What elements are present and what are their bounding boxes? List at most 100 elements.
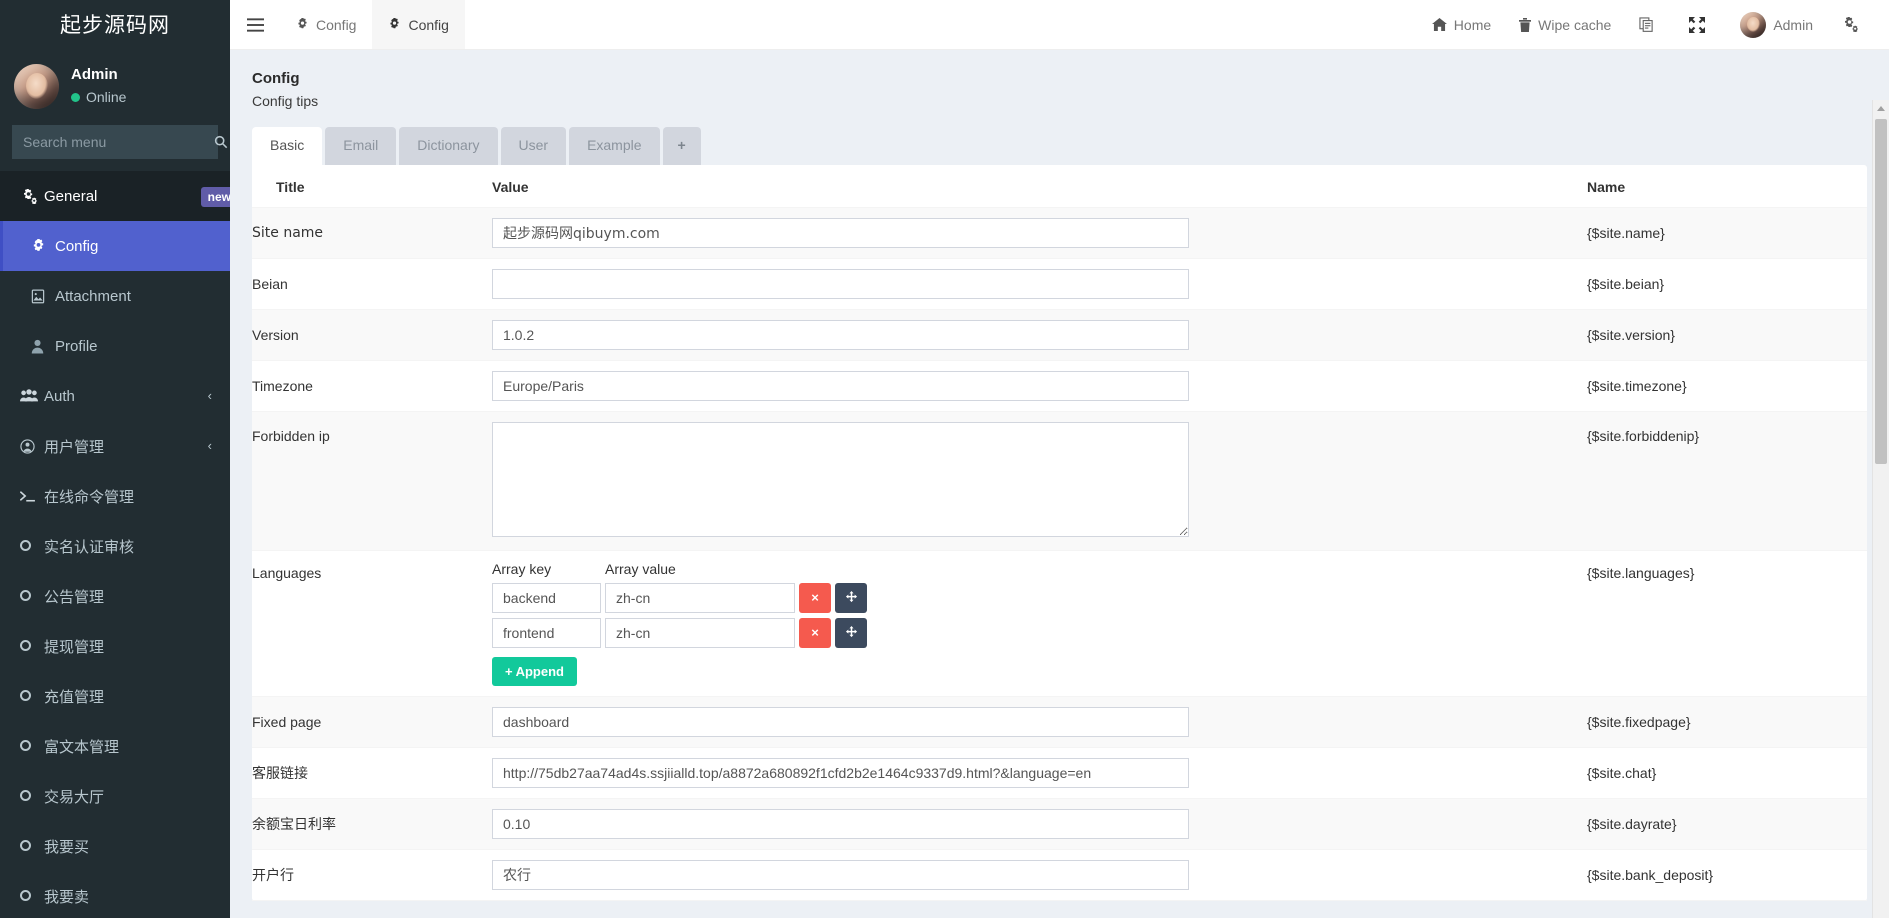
input-site-name[interactable] (492, 218, 1189, 248)
tab-example[interactable]: Example (569, 127, 659, 165)
remove-row-button-1[interactable]: × (799, 618, 831, 648)
sidebar-item-label: 富文本管理 (44, 736, 218, 757)
input-bank-deposit[interactable] (492, 860, 1189, 890)
sidebar-item-general[interactable]: General new (0, 171, 230, 221)
row-title: Timezone (252, 360, 492, 411)
input-fixed-page[interactable] (492, 707, 1189, 737)
sidebar-link-attachment[interactable]: Attachment (0, 271, 230, 321)
row-title: 客服链接 (252, 747, 492, 798)
home-icon (1432, 18, 1447, 31)
tab-user[interactable]: User (501, 127, 567, 165)
users-icon (20, 389, 44, 403)
sidebar-item-user-management[interactable]: 用户管理 ‹ (0, 421, 230, 471)
sidebar-item-buy[interactable]: 我要买 (0, 821, 230, 871)
sidebar-link-profile[interactable]: Profile (0, 321, 230, 371)
row-name: {$site.chat} (1587, 747, 1867, 798)
sidebar-item-withdraw[interactable]: 提现管理 (0, 621, 230, 671)
sidebar-item-online-command[interactable]: 在线命令管理 (0, 471, 230, 521)
sidebar-item-announcement[interactable]: 公告管理 (0, 571, 230, 621)
tab-email[interactable]: Email (325, 127, 396, 165)
tab-add-button[interactable]: + (663, 127, 701, 165)
nav-tab-config-1[interactable]: Config (280, 0, 372, 49)
input-timezone[interactable] (492, 371, 1189, 401)
append-label: Append (516, 664, 564, 679)
row-value (492, 258, 1587, 309)
user-icon (31, 339, 55, 354)
sidebar-link-general[interactable]: General new (0, 171, 230, 221)
sidebar-item-sell[interactable]: 我要卖 (0, 871, 230, 918)
input-day-rate[interactable] (492, 809, 1189, 839)
sidebar-link-richtext[interactable]: 富文本管理 (0, 721, 230, 771)
array-row: × (492, 583, 1587, 613)
sidebar-link-recharge[interactable]: 充值管理 (0, 671, 230, 721)
array-key-input-0[interactable] (492, 583, 601, 613)
nav-home-button[interactable]: Home (1418, 0, 1505, 49)
circle-icon (20, 538, 44, 555)
input-chat-link[interactable] (492, 758, 1189, 788)
sidebar-link-user-management[interactable]: 用户管理 (0, 421, 230, 471)
sidebar-item-attachment[interactable]: Attachment (0, 271, 230, 321)
sidebar-link-auth[interactable]: Auth (0, 371, 230, 421)
row-value (492, 798, 1587, 849)
row-value (492, 309, 1587, 360)
tab-basic[interactable]: Basic (252, 127, 322, 165)
nav-tab-label: Config (316, 17, 356, 33)
array-key-input-1[interactable] (492, 618, 601, 648)
sidebar-link-announcement[interactable]: 公告管理 (0, 571, 230, 621)
table-row: Forbidden ip {$site.forbiddenip} (252, 411, 1867, 550)
sidebar-link-trade-hall[interactable]: 交易大厅 (0, 771, 230, 821)
circle-icon (20, 888, 44, 905)
config-table: Title Value Name Site name (252, 165, 1867, 901)
search-input[interactable] (13, 134, 214, 150)
nav-fullscreen-button[interactable] (1675, 0, 1726, 49)
sidebar-link-online-command[interactable]: 在线命令管理 (0, 471, 230, 521)
terminal-icon (20, 490, 44, 503)
sidebar-item-trade-hall[interactable]: 交易大厅 (0, 771, 230, 821)
scrollbar-thumb[interactable] (1875, 119, 1887, 464)
input-beian[interactable] (492, 269, 1189, 299)
sidebar-link-realname-audit[interactable]: 实名认证审核 (0, 521, 230, 571)
scroll-up-arrow-icon[interactable] (1873, 100, 1889, 117)
plus-icon: + (505, 664, 513, 679)
row-value (492, 411, 1587, 550)
append-button[interactable]: + Append (492, 657, 577, 686)
column-header-title: Title (252, 165, 492, 208)
table-row: Languages Array key Array value (252, 550, 1867, 696)
move-row-button-1[interactable] (835, 618, 867, 648)
tab-dictionary[interactable]: Dictionary (399, 127, 497, 165)
sidebar-item-richtext[interactable]: 富文本管理 (0, 721, 230, 771)
vertical-scrollbar[interactable] (1872, 100, 1889, 918)
sidebar-link-config[interactable]: Config (0, 221, 230, 271)
chevron-left-icon[interactable]: ‹ (208, 438, 212, 453)
trash-icon (1519, 18, 1531, 32)
row-title: 余额宝日利率 (252, 798, 492, 849)
nav-tab-config-2[interactable]: Config (372, 0, 464, 49)
nav-settings-button[interactable] (1827, 0, 1879, 49)
move-row-button-0[interactable] (835, 583, 867, 613)
chevron-left-icon[interactable]: ‹ (208, 388, 212, 403)
remove-row-button-0[interactable]: × (799, 583, 831, 613)
sidebar-item-realname-audit[interactable]: 实名认证审核 (0, 521, 230, 571)
nav-user-menu[interactable]: Admin (1726, 0, 1827, 49)
input-forbidden-ip[interactable] (492, 422, 1189, 537)
column-header-value: Value (492, 165, 1587, 208)
input-version[interactable] (492, 320, 1189, 350)
sidebar-item-profile[interactable]: Profile (0, 321, 230, 371)
array-value-input-0[interactable] (605, 583, 795, 613)
nav-wipe-cache-button[interactable]: Wipe cache (1505, 0, 1625, 49)
row-title: Site name (252, 207, 492, 258)
sidebar-link-sell[interactable]: 我要卖 (0, 871, 230, 918)
sidebar-link-buy[interactable]: 我要买 (0, 821, 230, 871)
brand-logo[interactable]: 起步源码网 (0, 0, 230, 50)
avatar (1740, 12, 1766, 38)
sidebar-item-config[interactable]: Config (0, 221, 230, 271)
sidebar-item-label: 提现管理 (44, 636, 218, 657)
sidebar-item-recharge[interactable]: 充值管理 (0, 671, 230, 721)
search-icon[interactable] (214, 125, 228, 159)
array-value-input-1[interactable] (605, 618, 795, 648)
nav-copy-button[interactable] (1625, 0, 1675, 49)
sidebar-item-auth[interactable]: Auth ‹ (0, 371, 230, 421)
table-row: Timezone {$site.timezone} (252, 360, 1867, 411)
menu-icon[interactable] (230, 0, 280, 49)
sidebar-link-withdraw[interactable]: 提现管理 (0, 621, 230, 671)
